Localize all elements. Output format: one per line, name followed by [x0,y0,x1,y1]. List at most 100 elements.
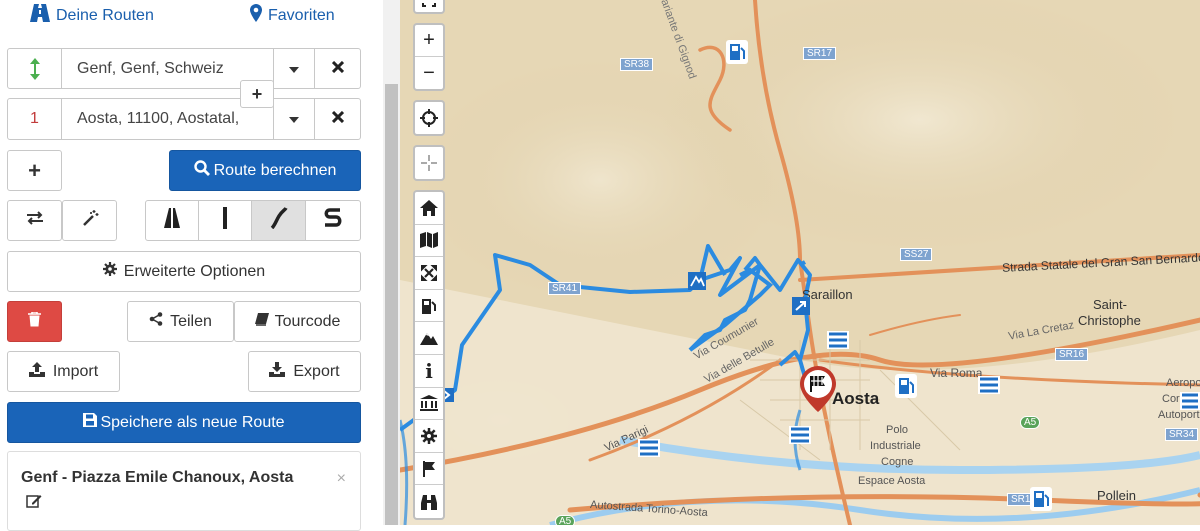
saved-route-close-button[interactable]: × [337,470,346,488]
advanced-options-label: Erweiterte Optionen [123,262,266,280]
info-icon[interactable]: i [415,355,443,388]
road-badge: SR38 [620,58,654,71]
fuel-station-icon[interactable] [1030,487,1052,516]
fuel-pump-icon[interactable] [415,290,443,323]
road-badge: SR34 [1165,428,1199,441]
magic-wand-icon [81,209,99,232]
map-marker-icon [250,4,262,27]
fuel-station-icon[interactable] [895,374,917,403]
favorites-link[interactable]: Favoriten [250,4,335,27]
stop-number: 1 [7,98,62,140]
center-crosshair-icon[interactable] [415,147,443,179]
share-icon [149,312,163,331]
fullscreen-icon[interactable] [415,0,443,12]
place-polo: Cogne [881,456,914,468]
delete-route-button[interactable] [7,301,62,342]
layer-toolbar: i [413,190,445,520]
road-badge: SS27 [900,248,933,261]
curve-road-icon [270,207,288,234]
route-type-motorway[interactable] [145,200,199,241]
upload-icon [28,361,45,382]
route-type-extra-curvy[interactable] [305,200,361,241]
locate-control [413,100,445,136]
center-control [413,145,445,181]
edit-icon[interactable] [26,494,42,513]
insert-stop-button[interactable]: + [240,80,274,108]
exchange-icon [25,211,45,230]
road-icon [30,4,50,27]
swap-vertical-icon [29,57,40,80]
saved-route-title: Genf - Piazza Emile Chanoux, Aosta [21,469,294,486]
start-remove-button[interactable] [314,48,361,89]
flag-icon[interactable] [415,453,443,486]
road-badge: SR16 [1055,348,1089,361]
book-icon [254,312,269,331]
zoom-out-button[interactable]: − [415,57,443,89]
road-badge: A5 [1020,416,1041,429]
destination-remove-button[interactable] [314,98,361,140]
map-view[interactable]: SR38 SR17 SR41 SS27 SR16 A5 SR34 SR1 A5 … [400,0,1200,525]
highway-icon [164,208,180,233]
close-icon [331,60,344,78]
route-type-fast[interactable] [198,200,252,241]
import-label: Import [52,362,99,380]
hotel-icon[interactable] [978,376,1000,399]
optimize-route-button[interactable] [62,200,117,241]
museum-icon[interactable] [415,388,443,421]
road-badge: A5 [555,515,576,525]
place-espace: Espace Aosta [858,475,926,487]
export-label: Export [293,362,340,380]
route-type-curvy[interactable] [251,200,306,241]
export-button[interactable]: Export [248,351,361,392]
add-stop-button[interactable]: + [7,150,62,191]
caret-down-icon [289,60,299,78]
saved-route-card[interactable]: Genf - Piazza Emile Chanoux, Aosta × [7,451,361,531]
home-icon[interactable] [415,192,443,225]
straight-road-icon [222,207,228,234]
hotel-icon[interactable] [789,426,811,449]
fullscreen-control[interactable] [413,0,445,14]
calculate-route-label: Route berechnen [213,161,337,179]
import-button[interactable]: Import [7,351,120,392]
zoom-in-button[interactable]: + [415,25,443,57]
destination-flag-marker[interactable] [799,366,837,417]
gear-icon [102,262,117,281]
reverse-route-button[interactable] [7,200,62,241]
scrollbar-thumb[interactable] [385,84,398,525]
hotel-icon[interactable] [638,439,660,462]
expand-arrows-icon[interactable] [415,257,443,290]
close-icon [331,110,344,128]
place-saint-christophe: Saint- [1093,297,1127,312]
mountain-icon[interactable] [415,322,443,355]
place-saint-christophe: Christophe [1078,313,1141,328]
s-curve-icon [323,207,343,234]
routes-link-label: Deine Routen [56,6,154,24]
binoculars-icon[interactable] [415,485,443,518]
favorites-link-label: Favoriten [268,6,335,24]
curve-warning-icon[interactable] [688,272,706,295]
place-polo: Polo [886,424,909,436]
start-dropdown-button[interactable] [273,48,315,89]
share-button[interactable]: Teilen [127,301,234,342]
settings-gear-icon[interactable] [415,420,443,453]
calculate-route-button[interactable]: Route berechnen [169,150,361,191]
routes-link[interactable]: Deine Routen [30,4,154,27]
save-new-route-label: Speichere als neue Route [100,413,285,431]
hotel-icon[interactable] [1180,392,1200,415]
download-icon [269,361,286,382]
locate-crosshair-icon[interactable] [415,102,443,134]
place-aosta: Aosta [832,389,880,408]
direction-arrow-icon[interactable] [792,297,810,320]
hotel-icon[interactable] [827,331,849,354]
destination-dropdown-button[interactable] [273,98,315,140]
save-new-route-button[interactable]: Speichere als neue Route [7,402,361,443]
search-icon [193,160,210,181]
place-aeroporto: Aeropor [1166,377,1200,389]
panel-scrollbar[interactable] [383,0,400,525]
start-marker[interactable] [7,48,62,89]
advanced-options-button[interactable]: Erweiterte Optionen [7,251,361,292]
tourcode-button[interactable]: Tourcode [234,301,361,342]
fuel-station-icon[interactable] [726,40,748,69]
zoom-control: + − [413,23,445,91]
map-layers-icon[interactable] [415,225,443,258]
